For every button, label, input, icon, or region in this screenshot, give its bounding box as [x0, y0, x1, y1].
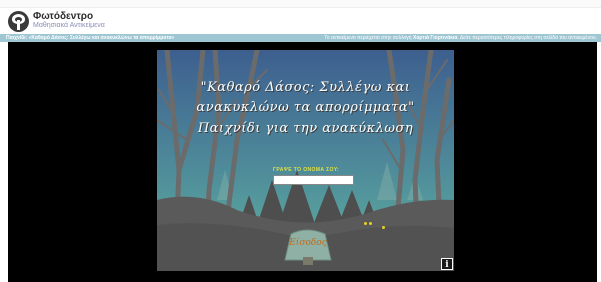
top-strip — [0, 0, 601, 8]
breadcrumb: Παιχνίδι: «Καθαρό Δάσος: Συλλέγω και ανα… — [0, 34, 601, 42]
site-title[interactable]: Φωτόδεντρο — [33, 11, 93, 22]
site-header: Φωτόδεντρο Μαθησιακά Αντικείμενα — [0, 8, 601, 34]
creature-eye-left — [364, 222, 367, 225]
collection-suffix: . Δείτε περισσότερες πληροφορίες στη σελ… — [457, 35, 597, 41]
name-label: ΓΡΑΨΕ ΤΟ ΟΝΟΜΑ ΣΟΥ: — [273, 167, 340, 173]
creature-eye-right — [369, 222, 372, 225]
collection-prefix: Το αντικείμενο περιέχεται στην συλλογή — [324, 35, 412, 41]
name-input[interactable] — [273, 175, 354, 185]
collection-info: Το αντικείμενο περιέχεται στην συλλογή Χ… — [324, 34, 597, 42]
tree-logo-icon[interactable] — [8, 11, 29, 32]
creature-eye-small — [382, 226, 385, 229]
site-subtitle: Μαθησιακά Αντικείμενα — [33, 22, 105, 29]
game-title-line-2: ανακυκλώνω τα απορρίμματα" — [196, 100, 415, 115]
game-title-line-3: Παιχνίδι για την ανακύκλωση — [197, 121, 414, 136]
collection-link[interactable]: Χαρτιά Γιορτινάκια — [413, 35, 457, 41]
breadcrumb-title: Παιχνίδι: «Καθαρό Δάσος: Συλλέγω και ανα… — [6, 35, 175, 41]
info-icon[interactable]: i — [441, 258, 453, 270]
game-canvas[interactable]: "Καθαρό Δάσος: Συλλέγω και ανακυκλώνω τα… — [157, 50, 454, 271]
enter-button[interactable]: Είσοδος — [287, 238, 329, 248]
game-title-line-1: "Καθαρό Δάσος: Συλλέγω και — [200, 80, 411, 95]
